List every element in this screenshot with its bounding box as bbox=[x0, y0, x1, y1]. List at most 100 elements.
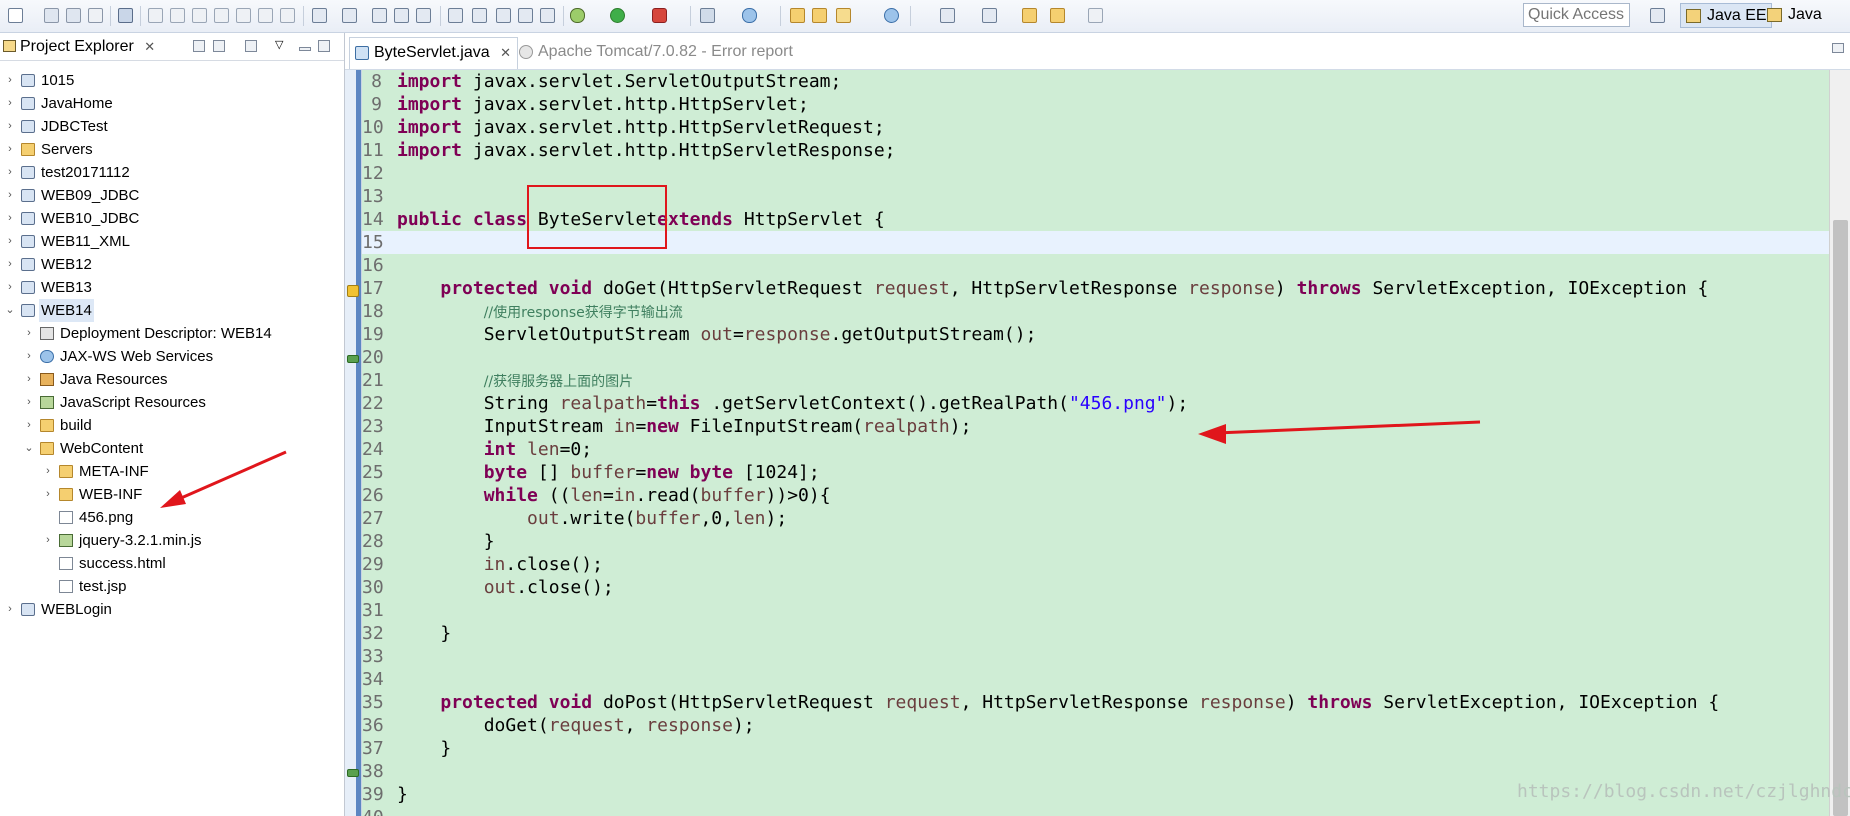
tree-item[interactable]: test.jsp bbox=[0, 575, 344, 598]
code-line[interactable]: 21 //获得服务器上面的图片 bbox=[345, 369, 1850, 392]
tree-item[interactable]: › Servers bbox=[0, 138, 344, 161]
tree-item[interactable]: › WEB10_JDBC bbox=[0, 207, 344, 230]
code-line[interactable]: 28 } bbox=[345, 530, 1850, 553]
code-line[interactable]: 19 ServletOutputStream out=response.getO… bbox=[345, 323, 1850, 346]
scrollbar-thumb[interactable] bbox=[1833, 220, 1848, 816]
tree-item[interactable]: › JDBCTest bbox=[0, 115, 344, 138]
code-line[interactable]: 33 bbox=[345, 645, 1850, 668]
tree-item[interactable]: › JAX-WS Web Services bbox=[0, 345, 344, 368]
search-icon[interactable] bbox=[836, 8, 851, 23]
chevron-right-icon[interactable]: › bbox=[23, 368, 35, 391]
back-icon[interactable] bbox=[1050, 8, 1065, 23]
run-coverage-icon[interactable] bbox=[652, 8, 667, 23]
tree-item[interactable]: › WEB12 bbox=[0, 253, 344, 276]
open-folder-icon[interactable] bbox=[790, 8, 805, 23]
chevron-right-icon[interactable]: › bbox=[23, 345, 35, 368]
collapse-all-icon[interactable] bbox=[193, 40, 205, 52]
open-perspective-icon[interactable] bbox=[1650, 8, 1665, 23]
code-line[interactable]: 24 int len=0; bbox=[345, 438, 1850, 461]
tree-item[interactable]: › Deployment Descriptor: WEB14 bbox=[0, 322, 344, 345]
chevron-right-icon[interactable]: › bbox=[4, 69, 16, 92]
code-line[interactable]: 12 bbox=[345, 162, 1850, 185]
chevron-right-icon[interactable]: › bbox=[42, 460, 54, 483]
tree-item[interactable]: success.html bbox=[0, 552, 344, 575]
open-console-icon[interactable] bbox=[312, 8, 327, 23]
new-icon[interactable] bbox=[8, 8, 23, 23]
code-editor[interactable]: 8 import javax.servlet.ServletOutputStrea… bbox=[345, 70, 1850, 816]
skip-breakpoints-icon[interactable] bbox=[118, 8, 133, 23]
suspend-icon[interactable] bbox=[170, 8, 185, 23]
close-icon[interactable]: ✕ bbox=[500, 45, 511, 60]
tab-byteservlet-java[interactable]: ByteServlet.java ✕ bbox=[349, 37, 518, 69]
code-line[interactable]: 40 bbox=[345, 806, 1850, 816]
tree-item[interactable]: › WEB09_JDBC bbox=[0, 184, 344, 207]
vertical-scrollbar[interactable] bbox=[1829, 70, 1850, 816]
override-marker-icon[interactable] bbox=[347, 355, 359, 363]
code-line[interactable]: 9 import javax.servlet.http.HttpServlet; bbox=[345, 93, 1850, 116]
globe-icon[interactable] bbox=[884, 8, 899, 23]
resume-icon[interactable] bbox=[148, 8, 163, 23]
code-line[interactable]: 17 protected void doGet(HttpServletReque… bbox=[345, 277, 1850, 300]
debug-icon[interactable] bbox=[570, 8, 585, 23]
code-line[interactable]: 36 doGet(request, response); bbox=[345, 714, 1850, 737]
code-line[interactable]: 32 } bbox=[345, 622, 1850, 645]
tree-item[interactable]: › JavaScript Resources bbox=[0, 391, 344, 414]
toggle-block-icon[interactable] bbox=[394, 8, 409, 23]
warning-marker-icon[interactable] bbox=[347, 285, 359, 297]
format-icon[interactable] bbox=[416, 8, 431, 23]
step-return-icon[interactable] bbox=[280, 8, 295, 23]
quick-access-input[interactable] bbox=[1523, 3, 1630, 27]
code-line[interactable]: 27 out.write(buffer,0,len); bbox=[345, 507, 1850, 530]
edit-icon[interactable] bbox=[472, 8, 487, 23]
save-icon[interactable] bbox=[44, 8, 59, 23]
code-line[interactable]: 35 protected void doPost(HttpServletRequ… bbox=[345, 691, 1850, 714]
next-annotation-icon[interactable] bbox=[940, 8, 955, 23]
chevron-right-icon[interactable]: › bbox=[4, 161, 16, 184]
code-line[interactable]: 25 byte [] buffer=new byte [1024]; bbox=[345, 461, 1850, 484]
code-line[interactable]: 29 in.close(); bbox=[345, 553, 1850, 576]
minimize-view-icon[interactable] bbox=[299, 47, 311, 51]
tab-project-explorer[interactable]: Project Explorer ✕ bbox=[0, 33, 161, 60]
code-line[interactable]: 30 out.close(); bbox=[345, 576, 1850, 599]
pin-icon[interactable] bbox=[448, 8, 463, 23]
tree-item[interactable]: › JavaHome bbox=[0, 92, 344, 115]
chevron-right-icon[interactable]: › bbox=[4, 598, 16, 621]
code-line[interactable]: 18 //使用response获得字节输出流 bbox=[345, 300, 1850, 323]
tasks-icon[interactable] bbox=[518, 8, 533, 23]
code-line[interactable]: 11 import javax.servlet.http.HttpServletR… bbox=[345, 139, 1850, 162]
perspective-java[interactable]: Java bbox=[1762, 3, 1826, 28]
tree-item[interactable]: › 1015 bbox=[0, 69, 344, 92]
last-edit-icon[interactable] bbox=[1022, 8, 1037, 23]
minimize-editor-icon[interactable] bbox=[1832, 43, 1844, 53]
chevron-right-icon[interactable]: › bbox=[4, 92, 16, 115]
window-icon[interactable] bbox=[540, 8, 555, 23]
new-wizard-icon[interactable] bbox=[742, 8, 757, 23]
maximize-view-icon[interactable] bbox=[318, 40, 330, 52]
code-line[interactable]: 23 InputStream in=new FileInputStream(re… bbox=[345, 415, 1850, 438]
code-line[interactable]: 16 bbox=[345, 254, 1850, 277]
tree-item[interactable]: › build bbox=[0, 414, 344, 437]
step-into-icon[interactable] bbox=[236, 8, 251, 23]
tree-item[interactable]: › WEB13 bbox=[0, 276, 344, 299]
chevron-right-icon[interactable]: › bbox=[4, 207, 16, 230]
link-with-editor-icon[interactable] bbox=[213, 40, 225, 52]
save-all-icon[interactable] bbox=[66, 8, 81, 23]
chevron-right-icon[interactable]: › bbox=[4, 138, 16, 161]
chevron-right-icon[interactable]: › bbox=[4, 184, 16, 207]
toggle-mark-icon[interactable] bbox=[372, 8, 387, 23]
chevron-down-icon[interactable]: ⌄ bbox=[23, 437, 35, 460]
filter-icon[interactable] bbox=[245, 40, 257, 52]
perspective-java-ee[interactable]: Java EE bbox=[1680, 3, 1772, 28]
tree-item[interactable]: ⌄ WEB14 bbox=[0, 299, 344, 322]
step-over-icon[interactable] bbox=[258, 8, 273, 23]
code-line[interactable]: 20 bbox=[345, 346, 1850, 369]
open-type-icon[interactable] bbox=[812, 8, 827, 23]
run-icon[interactable] bbox=[610, 8, 625, 23]
code-line[interactable]: 37 } bbox=[345, 737, 1850, 760]
code-line[interactable]: 34 bbox=[345, 668, 1850, 691]
code-line[interactable]: 22 String realpath=this .getServletConte… bbox=[345, 392, 1850, 415]
chevron-right-icon[interactable]: › bbox=[23, 414, 35, 437]
outline-icon[interactable] bbox=[342, 8, 357, 23]
code-line[interactable]: 8 import javax.servlet.ServletOutputStrea… bbox=[345, 70, 1850, 93]
code-line[interactable]: 10 import javax.servlet.http.HttpServletR… bbox=[345, 116, 1850, 139]
